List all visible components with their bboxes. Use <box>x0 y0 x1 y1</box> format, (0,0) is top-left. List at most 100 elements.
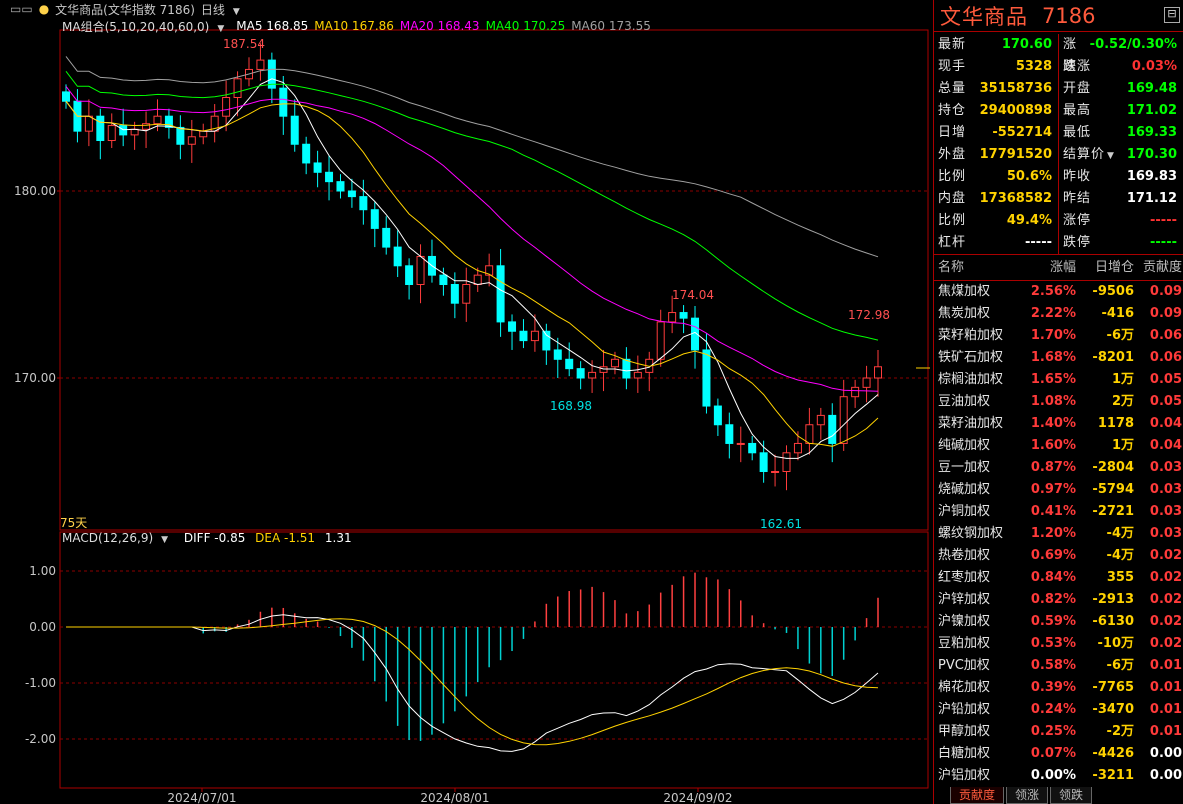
component-row[interactable]: 焦煤加权 2.56% -9506 0.09 <box>934 281 1183 303</box>
tab-1[interactable]: 领涨 <box>1006 787 1049 804</box>
candle-body <box>633 371 642 379</box>
candle-body <box>771 471 780 473</box>
component-row[interactable]: 沪铜加权 0.41% -2721 0.03 <box>934 501 1183 523</box>
macd-tick-label: 1.00 <box>29 564 56 578</box>
ma-legend-ma60: MA60 173.55 <box>571 19 651 33</box>
tab-0[interactable]: 贡献度 <box>950 787 1005 804</box>
component-change: 1.20% <box>1030 526 1076 541</box>
header-contribution[interactable]: 贡献度 <box>1134 256 1182 280</box>
component-name: 沪锌加权 <box>938 592 991 607</box>
quote-value: 35158736 <box>979 81 1052 96</box>
candle-body <box>496 265 505 323</box>
quote-row: 最低 169.33 <box>1059 122 1183 144</box>
component-name: 热卷加权 <box>938 548 991 563</box>
component-change: 2.22% <box>1030 306 1076 321</box>
candle-body <box>702 349 711 407</box>
candle-body <box>405 265 414 285</box>
component-change: 0.69% <box>1030 548 1076 563</box>
component-row[interactable]: 甲醇加权 0.25% -2万 0.01 <box>934 721 1183 743</box>
macd-diff: DIFF -0.85 <box>183 531 246 545</box>
component-contribution: 0.03 <box>1149 526 1182 541</box>
component-change: 0.97% <box>1030 482 1076 497</box>
component-change: 1.65% <box>1030 372 1076 387</box>
ma-legend-ma10: MA10 167.86 <box>314 19 394 33</box>
candle-body <box>519 330 528 342</box>
component-change: 1.08% <box>1030 394 1076 409</box>
ma-legend: MA组合(5,10,20,40,60,0) ▼ MA5 168.85 MA10 16… <box>62 17 663 35</box>
component-row[interactable]: 菜籽粕加权 1.70% -6万 0.06 <box>934 325 1183 347</box>
bottom-tabs: 贡献度 领涨 领跌 <box>950 787 1094 804</box>
date-tick-label: 2024/07/01 <box>167 791 236 804</box>
quote-value: 171.12 <box>1126 191 1177 206</box>
component-oi: -7765 <box>1092 680 1134 695</box>
quote-value: 170.30 <box>1126 147 1177 162</box>
component-row[interactable]: 豆粕加权 0.53% -10万 0.02 <box>934 633 1183 655</box>
component-row[interactable]: 沪铝加权 0.00% -3211 0.00 <box>934 765 1183 787</box>
quote-row: 开盘 169.48 <box>1059 78 1183 100</box>
component-name: 棉花加权 <box>938 680 991 695</box>
quote-value: 29400898 <box>979 103 1052 118</box>
candle-body <box>622 358 631 379</box>
candle-body <box>439 274 448 285</box>
header-change[interactable]: 涨幅 <box>1026 256 1076 280</box>
quote-value: 169.33 <box>1126 125 1177 140</box>
quote-row: 现手 5328 <box>934 56 1058 78</box>
component-row[interactable]: 纯碱加权 1.60% 1万 0.04 <box>934 435 1183 457</box>
quote-label: 比例 <box>938 213 967 228</box>
header-name[interactable]: 名称 <box>934 256 1026 280</box>
chart-topbar: ▭▭ ● 文华商品(文华指数 7186) 日线 ▼ <box>0 0 252 18</box>
component-row[interactable]: PVC加权 0.58% -6万 0.01 <box>934 655 1183 677</box>
quote-row: 昨收 169.83 <box>1059 166 1183 188</box>
component-row[interactable]: 红枣加权 0.84% 355 0.02 <box>934 567 1183 589</box>
component-row[interactable]: 白糖加权 0.07% -4426 0.00 <box>934 743 1183 765</box>
quote-label: 内盘 <box>938 191 967 206</box>
component-name: 豆粕加权 <box>938 636 991 651</box>
candle-body <box>450 284 459 304</box>
component-row[interactable]: 焦炭加权 2.22% -416 0.09 <box>934 303 1183 325</box>
window-icon[interactable]: ▭▭ <box>10 2 33 16</box>
header-oi[interactable]: 日增仓 <box>1076 256 1134 280</box>
candle-body <box>588 371 597 379</box>
quote-value: 169.83 <box>1126 169 1177 184</box>
ma-combo-label[interactable]: MA组合(5,10,20,40,60,0) ▼ <box>62 18 230 35</box>
component-change: 0.41% <box>1030 504 1076 519</box>
macd-dea-line <box>66 618 879 746</box>
quote-value: 49.4% <box>1006 213 1052 228</box>
chart-canvas[interactable]: 180.00 170.00 1.00 0.00 -1.00 -2.00 2024/07/01… <box>0 0 930 804</box>
component-name: 菜籽粕加权 <box>938 328 1004 343</box>
component-row[interactable]: 烧碱加权 0.97% -5794 0.03 <box>934 479 1183 501</box>
candle-body <box>759 452 768 472</box>
component-oi: -4426 <box>1092 746 1134 761</box>
component-change: 1.70% <box>1030 328 1076 343</box>
quote-value: 169.48 <box>1126 81 1177 96</box>
candle-body <box>553 349 562 360</box>
quote-title: 文华商品 <box>940 4 1028 29</box>
price-annotation-low1: 168.98 <box>550 399 592 413</box>
component-row[interactable]: 螺纹钢加权 1.20% -4万 0.03 <box>934 523 1183 545</box>
component-row[interactable]: 棉花加权 0.39% -7765 0.01 <box>934 677 1183 699</box>
component-change: 0.39% <box>1030 680 1076 695</box>
component-row[interactable]: 豆油加权 1.08% 2万 0.05 <box>934 391 1183 413</box>
quote-label: 速涨 <box>1063 59 1092 74</box>
quote-label: 最低 <box>1063 125 1092 140</box>
component-change: 0.58% <box>1030 658 1076 673</box>
component-row[interactable]: 铁矿石加权 1.68% -8201 0.06 <box>934 347 1183 369</box>
quote-right-column: 涨跌 -0.52/0.30% 速涨 0.03% 开盘 169.48 最高 171.02 最低 16… <box>1058 34 1183 254</box>
period-selector[interactable]: 日线 ▼ <box>201 1 246 18</box>
component-row[interactable]: 菜籽油加权 1.40% 1178 0.04 <box>934 413 1183 435</box>
component-row[interactable]: 沪锌加权 0.82% -2913 0.02 <box>934 589 1183 611</box>
component-row[interactable]: 沪镍加权 0.59% -6130 0.02 <box>934 611 1183 633</box>
component-row[interactable]: 沪铅加权 0.24% -3470 0.01 <box>934 699 1183 721</box>
component-row[interactable]: 热卷加权 0.69% -4万 0.02 <box>934 545 1183 567</box>
component-name: 铁矿石加权 <box>938 350 1004 365</box>
tab-2[interactable]: 领跌 <box>1050 787 1093 804</box>
kline-chart[interactable]: 180.00 170.00 1.00 0.00 -1.00 -2.00 2024/07/01… <box>0 0 930 804</box>
minimize-icon[interactable]: ⊟ <box>1164 7 1180 23</box>
quote-row: 总量 35158736 <box>934 78 1058 100</box>
component-row[interactable]: 豆一加权 0.87% -2804 0.03 <box>934 457 1183 479</box>
candle-body <box>416 255 425 286</box>
component-row[interactable]: 棕榈油加权 1.65% 1万 0.05 <box>934 369 1183 391</box>
component-oi: -6万 <box>1106 328 1134 343</box>
macd-indicator-label[interactable]: MACD(12,26,9) ▼ <box>62 531 174 545</box>
component-change: 0.24% <box>1030 702 1076 717</box>
